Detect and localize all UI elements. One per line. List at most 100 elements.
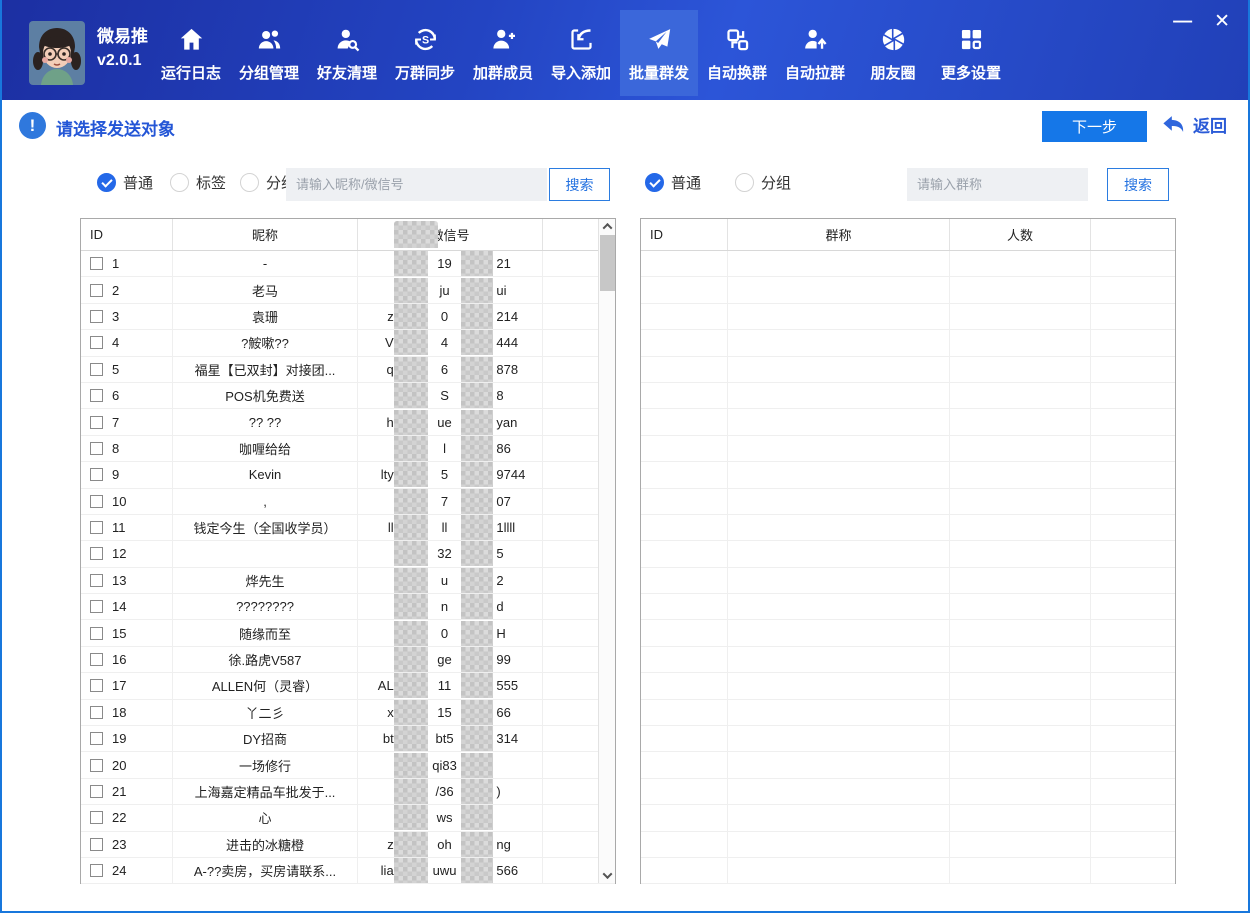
minimize-button[interactable]: — — [1173, 10, 1192, 34]
radio-unchecked-icon[interactable] — [170, 173, 189, 192]
wechat-id-masked: ws — [358, 805, 542, 830]
row-checkbox[interactable] — [90, 679, 103, 692]
nav-item-import[interactable]: 导入添加 — [542, 10, 620, 96]
table-row[interactable]: 16徐.路虎V587ge99 — [81, 647, 615, 673]
radio-checked-icon[interactable] — [645, 173, 664, 192]
table-row[interactable]: 22心ws — [81, 805, 615, 831]
table-row[interactable]: 1-1921 — [81, 251, 615, 277]
row-checkbox[interactable] — [90, 442, 103, 455]
row-checkbox[interactable] — [90, 600, 103, 613]
empty-table-row — [641, 357, 1175, 383]
privacy-mosaic — [461, 278, 493, 303]
row-checkbox[interactable] — [90, 838, 103, 851]
id-cell: 19 — [81, 726, 173, 751]
radio-unchecked-icon[interactable] — [735, 173, 754, 192]
empty-cell — [641, 832, 728, 857]
table-row[interactable]: 23进击的冰糖橙zohng — [81, 832, 615, 858]
friends-table-scrollbar[interactable] — [598, 219, 615, 883]
group-search-button[interactable]: 搜索 — [1107, 168, 1169, 201]
row-checkbox[interactable] — [90, 363, 103, 376]
row-checkbox[interactable] — [90, 468, 103, 481]
wechat-fragment: 32 — [428, 546, 462, 561]
table-row[interactable]: 4?鮟嗽??V4444 — [81, 330, 615, 356]
nav-item-home[interactable]: 运行日志 — [152, 10, 230, 96]
groups-table-body — [641, 251, 1175, 884]
row-checkbox[interactable] — [90, 811, 103, 824]
table-row[interactable]: 19DY招商btbt5314 — [81, 726, 615, 752]
right-filter-radio-2[interactable]: 分组 — [735, 172, 791, 193]
nav-item-moments[interactable]: 朋友圈 — [854, 10, 932, 96]
nav-item-person-add[interactable]: 加群成员 — [464, 10, 542, 96]
table-row[interactable]: 21上海嘉定精品车批发于.../36) — [81, 779, 615, 805]
nav-item-sync[interactable]: S万群同步 — [386, 10, 464, 96]
row-checkbox[interactable] — [90, 547, 103, 560]
row-checkbox[interactable] — [90, 864, 103, 877]
close-button[interactable]: ✕ — [1214, 10, 1230, 34]
nav-item-send[interactable]: 批量群发 — [620, 10, 698, 96]
nav-item-label: 运行日志 — [161, 62, 221, 83]
table-row[interactable]: 17ALLEN何（灵睿）AL11555 — [81, 673, 615, 699]
radio-checked-icon[interactable] — [97, 173, 116, 192]
table-row[interactable]: 24A-??卖房，买房请联系...liauwu566 — [81, 858, 615, 884]
row-checkbox[interactable] — [90, 521, 103, 534]
row-checkbox[interactable] — [90, 574, 103, 587]
row-checkbox[interactable] — [90, 389, 103, 402]
row-checkbox[interactable] — [90, 257, 103, 270]
scrollbar-thumb[interactable] — [600, 235, 615, 291]
scrollbar-up-arrow[interactable] — [599, 219, 615, 234]
left-filter-radio-2[interactable]: 标签 — [170, 172, 226, 193]
nav-item-group[interactable]: 分组管理 — [230, 10, 308, 96]
table-row[interactable]: 3袁珊z0214 — [81, 304, 615, 330]
table-row[interactable]: 14????????nd — [81, 594, 615, 620]
table-row[interactable]: 13烨先生u2 — [81, 568, 615, 594]
table-row[interactable]: 11钱定今生（全国收学员）llll1llll — [81, 515, 615, 541]
left-filter-radio-1[interactable]: 普通 — [97, 172, 153, 193]
row-checkbox[interactable] — [90, 706, 103, 719]
privacy-mosaic — [461, 515, 493, 540]
radio-unchecked-icon[interactable] — [240, 173, 259, 192]
table-row[interactable]: 8咖喱给给l86 — [81, 436, 615, 462]
nav-item-person-search[interactable]: 好友清理 — [308, 10, 386, 96]
friend-search-button[interactable]: 搜索 — [549, 168, 610, 201]
wechat-id-cell: z0214 — [358, 304, 543, 329]
friends-table: ID昵称微信号 1-19212老马juui3袁珊z02144?鮟嗽??V4444… — [80, 218, 616, 884]
person-add-icon — [488, 24, 518, 54]
table-row[interactable]: 18丫二彡x1566 — [81, 700, 615, 726]
nav-item-more-grid[interactable]: 更多设置 — [932, 10, 1010, 96]
row-checkbox[interactable] — [90, 785, 103, 798]
row-checkbox[interactable] — [90, 653, 103, 666]
wechat-fragment: 5 — [428, 467, 462, 482]
row-checkbox[interactable] — [90, 310, 103, 323]
table-row[interactable]: 6POS机免费送S8 — [81, 383, 615, 409]
column-header-label: 昵称 — [252, 225, 278, 244]
row-checkbox[interactable] — [90, 336, 103, 349]
row-checkbox[interactable] — [90, 732, 103, 745]
back-button[interactable]: 返回 — [1160, 111, 1227, 138]
nickname-cell: 徐.路虎V587 — [173, 647, 358, 672]
row-checkbox[interactable] — [90, 416, 103, 429]
table-row[interactable]: 10,707 — [81, 489, 615, 515]
table-row[interactable]: 2老马juui — [81, 277, 615, 303]
table-row[interactable]: 9Kevinlty59744 — [81, 462, 615, 488]
row-id: 12 — [112, 546, 126, 561]
row-checkbox[interactable] — [90, 495, 103, 508]
nav-item-swap-group[interactable]: 自动换群 — [698, 10, 776, 96]
empty-cell — [641, 620, 728, 645]
nav-item-person-up[interactable]: 自动拉群 — [776, 10, 854, 96]
table-row[interactable]: 12325 — [81, 541, 615, 567]
right-filter-radio-1[interactable]: 普通 — [645, 172, 701, 193]
table-row[interactable]: 20一场修行qi83 — [81, 752, 615, 778]
nickname-cell: Kevin — [173, 462, 358, 487]
table-row[interactable]: 15随缘而至0H — [81, 620, 615, 646]
wechat-id-cell: hueyan — [358, 409, 543, 434]
friend-search-input[interactable] — [286, 168, 547, 201]
row-checkbox[interactable] — [90, 284, 103, 297]
next-step-button[interactable]: 下一步 — [1042, 111, 1147, 142]
table-row[interactable]: 7?? ??hueyan — [81, 409, 615, 435]
row-checkbox[interactable] — [90, 627, 103, 640]
row-checkbox[interactable] — [90, 759, 103, 772]
table-row[interactable]: 5福星【已双封】对接团...q6878 — [81, 357, 615, 383]
scrollbar-down-arrow[interactable] — [599, 868, 615, 883]
privacy-mosaic — [394, 410, 428, 435]
group-search-input[interactable] — [907, 168, 1088, 201]
